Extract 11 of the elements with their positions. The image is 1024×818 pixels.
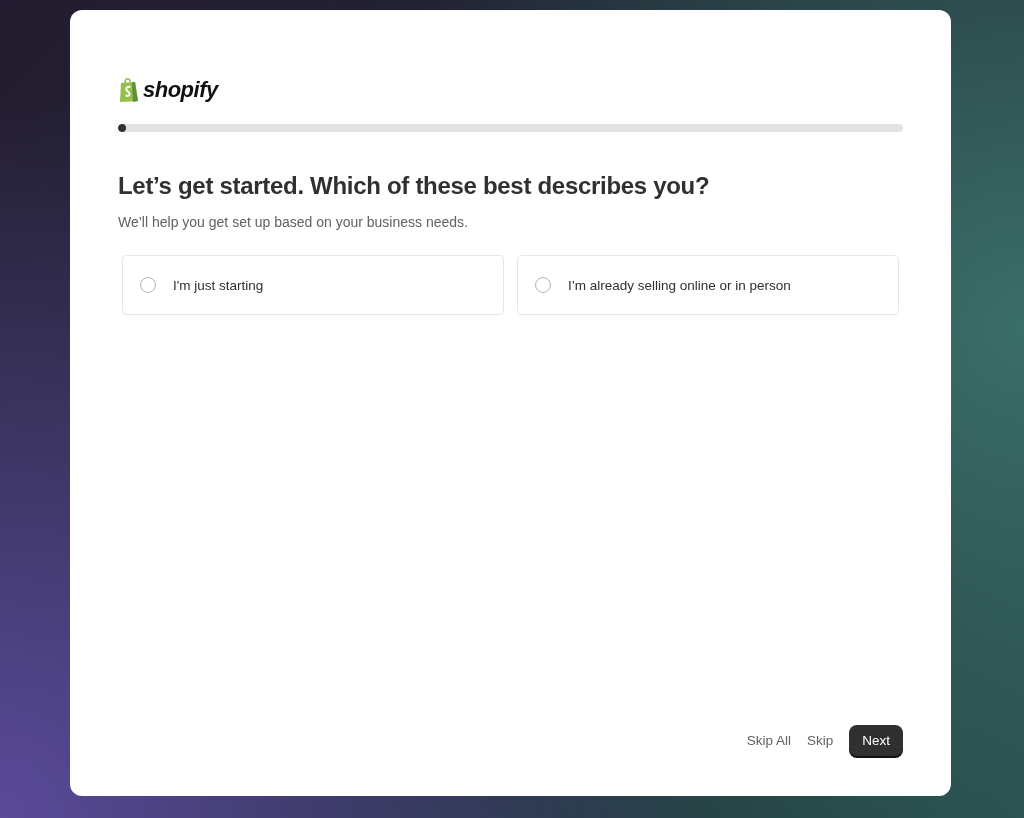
option-label: I'm just starting [173, 277, 264, 293]
skip-all-button[interactable]: Skip All [746, 733, 791, 748]
logo-wordmark: shopify [143, 77, 218, 103]
shopping-bag-icon [118, 77, 140, 103]
option-card[interactable]: I'm just starting [122, 255, 504, 315]
next-button[interactable]: Next [849, 725, 903, 756]
heading: Let’s get started. Which of these best describes you? [118, 172, 711, 200]
option-label: I’m already selling online or in person [568, 277, 791, 293]
skip-button[interactable]: Skip [806, 733, 834, 748]
option-card[interactable]: I’m already selling online or in person [517, 255, 899, 315]
subtitle: We’ll help you get set up based on your business needs. [118, 214, 469, 230]
